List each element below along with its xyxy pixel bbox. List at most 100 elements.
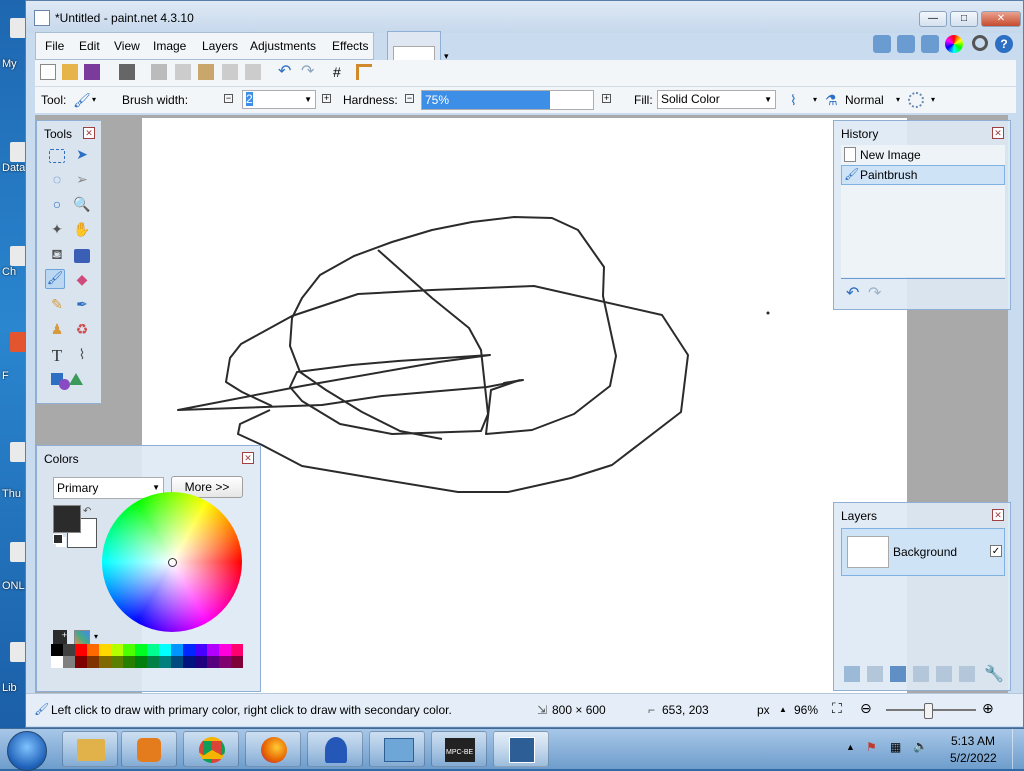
zoom-level[interactable]: 96%	[794, 703, 818, 717]
zoom-in-icon[interactable]: ⊕	[982, 700, 994, 717]
maximize-button[interactable]: □	[950, 11, 978, 27]
layer-visibility-checkbox[interactable]: ✓	[990, 545, 1002, 557]
volume-icon[interactable]: 🔈	[913, 739, 928, 753]
zoom-tool-icon[interactable]: 🔍	[72, 196, 92, 216]
palette-swatch[interactable]	[99, 644, 111, 656]
layers-toggle-icon[interactable]	[921, 35, 939, 53]
tools-toggle-icon[interactable]	[873, 35, 891, 53]
color-palette[interactable]	[51, 644, 243, 668]
undo-icon[interactable]: ↶	[278, 64, 294, 80]
print-icon[interactable]	[119, 64, 135, 80]
tools-panel-close-button[interactable]: ✕	[83, 127, 95, 139]
palette-swatch[interactable]	[75, 644, 87, 656]
antialiasing-icon[interactable]: ⌇	[790, 92, 806, 108]
units-select[interactable]: px	[757, 703, 770, 717]
color-picker-tool-icon[interactable]: ✒	[72, 296, 92, 316]
hardness-increase-button[interactable]: +	[602, 94, 611, 103]
blend-mode-value[interactable]: Normal	[845, 93, 884, 107]
history-toggle-icon[interactable]	[897, 35, 915, 53]
merge-layer-icon[interactable]	[913, 666, 929, 682]
add-to-palette-icon[interactable]: +	[53, 630, 67, 644]
move-layer-up-icon[interactable]	[936, 666, 952, 682]
hardness-decrease-button[interactable]: −	[405, 94, 414, 103]
open-folder-icon[interactable]	[62, 64, 78, 80]
taskbar-firefox[interactable]	[245, 731, 301, 767]
color-wheel-cursor[interactable]	[168, 558, 177, 567]
palette-swatch[interactable]	[171, 656, 183, 668]
colors-panel-close-button[interactable]: ✕	[242, 452, 254, 464]
palette-swatch[interactable]	[51, 644, 63, 656]
menu-image[interactable]: Image	[153, 39, 186, 53]
palette-swatch[interactable]	[63, 644, 75, 656]
palette-swatch[interactable]	[147, 656, 159, 668]
palette-swatch[interactable]	[147, 644, 159, 656]
settings-gear-icon[interactable]	[972, 35, 988, 51]
rectangle-select-tool-icon[interactable]	[49, 149, 65, 163]
zoom-out-icon[interactable]: ⊖	[860, 700, 872, 717]
history-panel-close-button[interactable]: ✕	[992, 127, 1004, 139]
menu-effects[interactable]: Effects	[332, 39, 368, 53]
selection-clipping-dropdown-icon[interactable]: ▾	[931, 95, 935, 104]
menu-layers[interactable]: Layers	[202, 39, 238, 53]
menu-view[interactable]: View	[114, 39, 140, 53]
palette-swatch[interactable]	[159, 656, 171, 668]
tool-dropdown-icon[interactable]: ▾	[92, 95, 96, 104]
zoom-slider-thumb[interactable]	[924, 703, 933, 719]
copy-icon[interactable]	[175, 64, 191, 80]
help-icon[interactable]: ?	[995, 35, 1013, 53]
palette-swatch[interactable]	[219, 656, 231, 668]
palette-swatch[interactable]	[99, 656, 111, 668]
delete-layer-icon[interactable]	[867, 666, 883, 682]
menu-edit[interactable]: Edit	[79, 39, 100, 53]
zoom-to-window-icon[interactable]: ⛶	[832, 700, 842, 717]
close-button[interactable]: ✕	[981, 11, 1021, 27]
menu-file[interactable]: File	[45, 39, 64, 53]
history-item-new-image[interactable]: New Image	[841, 145, 1005, 165]
move-selection-tool-icon[interactable]: ➢	[72, 171, 92, 191]
palette-dropdown-icon[interactable]: ▾	[94, 632, 98, 641]
clock-time[interactable]: 5:13 AM	[951, 734, 995, 748]
history-redo-icon[interactable]: ↷	[868, 283, 881, 303]
palette-swatch[interactable]	[123, 644, 135, 656]
title-bar[interactable]: *Untitled - paint.net 4.3.10 — □ ✕	[26, 1, 1023, 33]
palette-swatch[interactable]	[111, 644, 123, 656]
selection-clipping-icon[interactable]	[908, 92, 924, 108]
antialiasing-dropdown-icon[interactable]: ▾	[813, 95, 817, 104]
paintbrush-tool-icon[interactable]: 🖌	[45, 269, 65, 289]
crop-to-selection-icon[interactable]	[222, 64, 238, 80]
rulers-icon[interactable]	[356, 64, 372, 80]
taskbar-chrome[interactable]	[183, 731, 239, 767]
reset-colors-icon[interactable]	[53, 534, 63, 544]
save-icon[interactable]	[84, 64, 100, 80]
clock-date[interactable]: 5/2/2022	[950, 751, 997, 765]
taskbar-mpc-be[interactable]: MPC-BE	[431, 731, 487, 767]
layer-row-background[interactable]: Background ✓	[841, 528, 1005, 576]
pan-tool-icon[interactable]: ✋	[72, 221, 92, 241]
text-tool-icon[interactable]: T	[47, 346, 67, 366]
palette-swatch[interactable]	[135, 656, 147, 668]
palette-swatch[interactable]	[87, 656, 99, 668]
palette-swatch[interactable]	[207, 656, 219, 668]
palette-swatch[interactable]	[171, 644, 183, 656]
desktop-icon-computer[interactable]: My	[0, 10, 26, 70]
network-icon[interactable]: ▦	[890, 740, 901, 754]
blend-mode-dropdown-icon[interactable]: ▾	[896, 95, 900, 104]
palette-swatch[interactable]	[207, 644, 219, 656]
line-curve-tool-icon[interactable]: ⌇	[72, 346, 92, 366]
primary-color-swatch[interactable]	[53, 505, 81, 533]
palette-swatch[interactable]	[159, 644, 171, 656]
palette-swatch[interactable]	[51, 656, 63, 668]
palette-swatch[interactable]	[219, 644, 231, 656]
menu-adjustments[interactable]: Adjustments	[250, 39, 316, 53]
hardness-slider[interactable]: 75%	[421, 90, 594, 110]
show-desktop-button[interactable]	[1012, 729, 1024, 769]
layer-properties-icon[interactable]: 🔧	[984, 664, 1004, 684]
duplicate-layer-icon[interactable]	[890, 666, 906, 682]
palette-swatch[interactable]	[195, 656, 207, 668]
color-wheel[interactable]	[102, 492, 242, 632]
brush-width-decrease-button[interactable]: −	[224, 94, 233, 103]
desktop-icon-thunderbird[interactable]: Thu	[0, 440, 26, 500]
taskbar-paintnet[interactable]	[493, 731, 549, 767]
palette-swatch[interactable]	[135, 644, 147, 656]
palette-swatch[interactable]	[231, 644, 243, 656]
